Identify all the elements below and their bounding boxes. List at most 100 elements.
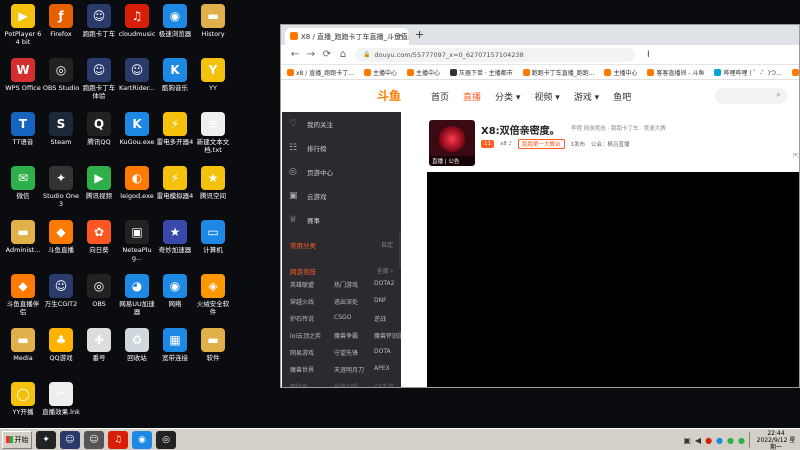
esports-all-link[interactable]: 全部 › bbox=[377, 266, 393, 275]
desktop-icon[interactable]: ◉ 网络 bbox=[156, 272, 194, 324]
back-icon[interactable]: ← bbox=[287, 49, 303, 60]
wechat-tray-icon[interactable]: ● bbox=[738, 436, 745, 445]
game-category-link[interactable]: 冒险岛 bbox=[290, 382, 334, 387]
desktop-icon[interactable]: ♫ cloudmusic bbox=[118, 2, 156, 54]
desktop-icon[interactable]: ◐ leigod.exe bbox=[118, 164, 156, 216]
security-tray-icon[interactable]: ● bbox=[716, 436, 723, 445]
game-category-link[interactable]: 英雄联盟 bbox=[290, 280, 334, 289]
bookmark-item[interactable]: 主播中心 bbox=[363, 68, 397, 77]
desktop-icon[interactable]: ♻ 回收站 bbox=[118, 326, 156, 378]
desktop-icon[interactable]: ◯ YY开播 bbox=[4, 380, 42, 432]
tab-douyu[interactable]: X8 / 直播_跑跑卡丁车直播_斗鱼直播 × bbox=[285, 28, 409, 45]
sidebar-item[interactable]: ◎ 页游中心 bbox=[282, 160, 401, 184]
desktop-icon[interactable]: ✦ Studio One 3 bbox=[42, 164, 80, 216]
desktop-icon[interactable]: Y YY bbox=[194, 56, 232, 108]
desktop-icon[interactable]: ⚡ 雷电模拟器4 bbox=[156, 164, 194, 216]
search-icon[interactable]: ⌕ bbox=[776, 90, 781, 100]
game-category-link[interactable]: CSGO bbox=[334, 314, 374, 323]
reload-icon[interactable]: ⟳ bbox=[319, 49, 335, 60]
start-button[interactable]: 开始 bbox=[2, 430, 32, 449]
douyu-logo[interactable]: 斗鱼 bbox=[377, 87, 401, 104]
desktop-icon[interactable]: ▦ 宽带连接 bbox=[156, 326, 194, 378]
sidebar-item[interactable]: ▣ 云游戏 bbox=[282, 184, 401, 208]
qq-tray-icon[interactable]: ● bbox=[705, 436, 712, 445]
desktop-icon[interactable]: ◎ OBS bbox=[80, 272, 118, 324]
streamer-avatar[interactable]: 直播 | 公告 bbox=[429, 120, 475, 166]
game-category-link[interactable]: 魔兽世界 bbox=[290, 365, 334, 374]
desktop-icon[interactable]: ♣ QQ游戏 bbox=[42, 326, 80, 378]
desktop-icon[interactable]: ▶ PotPlayer 64 bit bbox=[4, 2, 42, 54]
game-category-link[interactable]: 炉石传说 bbox=[290, 314, 334, 323]
game-category-link[interactable]: lol云顶之弈 bbox=[290, 331, 334, 340]
app-chrome-icon[interactable]: ◉ bbox=[132, 430, 152, 449]
sidebar-item[interactable]: ♡ 我的关注 bbox=[282, 112, 401, 136]
desktop-icon[interactable]: ☺ 跑跑卡丁车 体验 bbox=[80, 56, 118, 108]
site-menu-item[interactable]: 游戏 ▾ bbox=[574, 90, 599, 103]
bookmark-item[interactable]: 主播中心 bbox=[604, 68, 637, 77]
app-kart-icon[interactable]: ☺ bbox=[60, 430, 80, 449]
desktop-icon[interactable]: ☺ 跑跑卡丁车 bbox=[80, 2, 118, 54]
bookmark-item[interactable]: 哔哩哔哩 ( ゜-゜)つ... bbox=[714, 68, 782, 77]
site-menu-item[interactable]: 分类 ▾ bbox=[495, 90, 520, 103]
video-player[interactable] bbox=[427, 172, 799, 387]
site-search-input[interactable]: ⌕ bbox=[715, 88, 787, 104]
desktop-icon[interactable]: ✿ 向日葵 bbox=[80, 218, 118, 270]
desktop-icon[interactable]: ▬ History bbox=[194, 2, 232, 54]
game-category-link[interactable]: 最终幻想 bbox=[334, 382, 374, 387]
desktop-icon[interactable]: ƒ Firefox bbox=[42, 2, 80, 54]
app-cloudmusic-icon[interactable]: ♫ bbox=[108, 430, 128, 449]
rank-badge[interactable]: 跑跑第一大舞台 bbox=[518, 139, 565, 149]
sidebar-item[interactable]: ☷ 排行榜 bbox=[282, 136, 401, 160]
game-category-link[interactable]: CF手游 bbox=[374, 382, 404, 387]
home-icon[interactable]: ⌂ bbox=[335, 49, 351, 60]
desktop-icon[interactable]: K 酷狗音乐 bbox=[156, 56, 194, 108]
bookmark-item[interactable]: 主播中心 bbox=[406, 68, 440, 77]
game-category-link[interactable]: 逃出深处 bbox=[334, 297, 374, 306]
bookmark-item[interactable]: 灰器下单 · 主播都市 bbox=[449, 68, 513, 77]
game-category-link[interactable]: 魔兽争霸 bbox=[334, 331, 374, 340]
desktop-icon[interactable]: S Steam bbox=[42, 110, 80, 162]
desktop-icon[interactable]: ⌐ 直播效果.lnk bbox=[42, 380, 80, 432]
bookmark-item[interactable]: 跑跑卡丁车直播_跑跑... bbox=[522, 68, 594, 77]
desktop-icon[interactable]: ▬ Administ... bbox=[4, 218, 42, 270]
game-category-link[interactable]: 穿越火线 bbox=[290, 297, 334, 306]
app-obs-icon[interactable]: ◎ bbox=[156, 430, 176, 449]
desktop-icon[interactable]: T TT语音 bbox=[4, 110, 42, 162]
site-menu-item[interactable]: 首页 bbox=[431, 90, 449, 103]
volume-icon[interactable]: ◀ bbox=[695, 436, 701, 445]
bookmark-item[interactable]: 客客直播间 - 斗鱼 bbox=[647, 68, 704, 77]
bookmark-item[interactable]: 舞蹈直播_舞蹈视频 bbox=[791, 68, 799, 77]
desktop-icon[interactable]: W WPS Office bbox=[4, 56, 42, 108]
clock[interactable]: 22:44 2022/9/12 星期一 bbox=[754, 430, 798, 450]
desktop-icon[interactable]: ✉ 微信 bbox=[4, 164, 42, 216]
desktop-icon[interactable]: K KuGou.exe bbox=[118, 110, 156, 162]
game-category-link[interactable]: DNF bbox=[374, 297, 404, 306]
room-category[interactable]: 李程 网游竞技 · 跑跑卡丁车 · 竞速大赛 bbox=[571, 124, 666, 132]
game-category-link[interactable]: 魔兽怀旧服 bbox=[374, 331, 404, 340]
desktop-icon[interactable]: ☺ KartRider... bbox=[118, 56, 156, 108]
desktop-icon[interactable]: ◉ 极速浏览器 bbox=[156, 2, 194, 54]
network-icon[interactable]: ▣ bbox=[683, 436, 691, 445]
common-custom-link[interactable]: 自定 bbox=[381, 240, 393, 249]
desktop-icon[interactable]: ▬ 软件 bbox=[194, 326, 232, 378]
forward-icon[interactable]: → bbox=[303, 49, 319, 60]
game-category-link[interactable]: 网易游戏 bbox=[290, 348, 334, 357]
bookmark-item[interactable]: x8 / 直播_跑跑卡丁... bbox=[287, 68, 354, 77]
streamer-name[interactable]: x8 ♪ bbox=[500, 141, 512, 147]
app-studio-one-icon[interactable]: ✦ bbox=[36, 430, 56, 449]
desktop-icon[interactable]: ▶ 腾讯视频 bbox=[80, 164, 118, 216]
game-category-link[interactable]: 逆战 bbox=[374, 314, 404, 323]
game-category-link[interactable]: 热门游戏 bbox=[334, 280, 374, 289]
close-tab-icon[interactable]: × bbox=[397, 31, 404, 40]
game-category-link[interactable]: DOTA bbox=[374, 348, 404, 357]
game-category-link[interactable]: 天涯明月刀 bbox=[334, 365, 374, 374]
app-kart2-icon[interactable]: ☺ bbox=[84, 430, 104, 449]
site-menu-item[interactable]: 直播 bbox=[463, 90, 481, 103]
chat-tray-icon[interactable]: ● bbox=[727, 436, 734, 445]
desktop-icon[interactable]: ▣ NeteaPlug... bbox=[118, 218, 156, 270]
desktop-icon[interactable]: ☺ 万生CGIT2 bbox=[42, 272, 80, 324]
game-category-link[interactable]: 守望先锋 bbox=[334, 348, 374, 357]
desktop-icon[interactable]: ◆ 斗鱼直播 bbox=[42, 218, 80, 270]
desktop-icon[interactable]: ★ 奇妙加速器 bbox=[156, 218, 194, 270]
desktop-icon[interactable]: ◎ OBS Studio bbox=[42, 56, 80, 108]
